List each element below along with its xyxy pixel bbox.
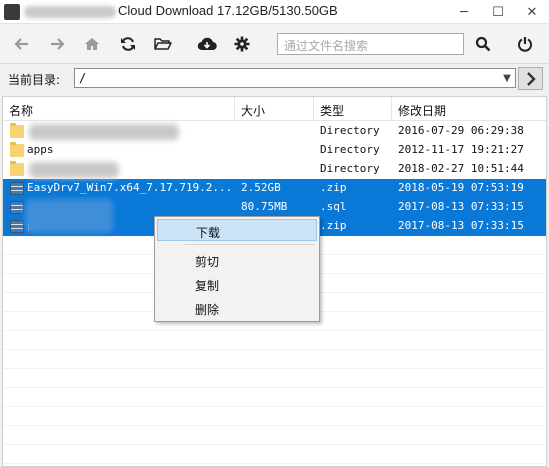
archive-icon [10,220,24,233]
file-date: 2016-07-29 06:29:38 [398,124,524,137]
file-name: apps [27,143,54,156]
refresh-button[interactable] [116,32,140,56]
power-icon [518,37,532,52]
folder-icon [10,142,24,157]
context-menu-download[interactable]: 下载 [157,219,317,241]
search-icon [475,36,491,52]
forward-icon [51,38,65,50]
file-size [241,122,313,141]
context-menu-cut[interactable]: 剪切 [157,249,317,271]
file-type: .sql [320,200,347,213]
row-divider [3,425,546,426]
file-date: 2012-11-17 19:21:27 [398,143,524,156]
context-menu-copy[interactable]: 复制 [157,273,317,295]
settings-icon [234,36,250,52]
title-bar: Cloud Download 17.12GB/5130.50GB ─ ☐ ✕ [0,0,549,24]
redacted-name [29,162,119,178]
row-divider [3,349,546,350]
toolbar [0,24,549,64]
arrow-right-icon [526,71,536,86]
search-input[interactable] [277,33,464,55]
redacted-name [25,199,113,233]
file-type: Directory [320,124,380,137]
back-icon [14,38,28,50]
folder-icon [10,161,24,176]
column-header-date[interactable]: 修改日期 [392,97,546,121]
row-divider [3,368,546,369]
minimize-button[interactable]: ─ [447,0,481,24]
go-button[interactable] [518,67,543,90]
column-header-size[interactable]: 大小 [235,97,314,121]
back-button[interactable] [10,32,34,56]
archive-icon [10,182,24,195]
cloud-download-icon [197,37,217,51]
table-row[interactable]: apps Directory 2012-11-17 19:21:27 [3,141,546,160]
path-input[interactable]: / [74,68,516,88]
file-date: 2017-08-13 07:33:15 [398,219,524,232]
power-button[interactable] [513,32,537,56]
file-type: .zip [320,181,347,194]
file-size: 80.75MB [241,200,288,213]
chevron-down-icon[interactable]: ▼ [500,70,514,86]
menu-separator [185,244,315,245]
list-header: 名称 大小 类型 修改日期 [3,97,546,121]
file-date: 2017-08-13 07:33:15 [398,200,524,213]
row-divider [3,387,546,388]
column-header-name[interactable]: 名称 [3,97,235,121]
file-size [241,141,313,160]
table-row[interactable]: EasyDrv7_Win7.x64_7.17.719.2... 2.52GB .zi… [3,179,546,198]
row-divider [3,406,546,407]
path-bar: 当前目录: / ▼ [0,64,549,92]
file-date: 2018-02-27 10:51:44 [398,162,524,175]
window-title: Cloud Download 17.12GB/5130.50GB [118,3,338,18]
file-size [241,160,313,179]
home-button[interactable] [80,32,104,56]
file-name: EasyDrv7_Win7.x64_7.17.719.2... [27,181,233,194]
file-type: .zip [320,219,347,232]
maximize-button[interactable]: ☐ [481,0,515,24]
title-redacted [24,6,116,18]
context-menu-delete[interactable]: 删除 [157,297,317,319]
folder-icon [10,123,24,138]
archive-icon [10,201,24,214]
file-size: 2.52GB [241,181,281,194]
file-type: Directory [320,143,380,156]
row-divider [3,463,546,464]
open-folder-button[interactable] [151,32,175,56]
forward-button[interactable] [45,32,69,56]
settings-button[interactable] [230,32,254,56]
refresh-icon [121,37,135,51]
context-menu: 下载 剪切 复制 删除 [154,216,320,322]
file-type: Directory [320,162,380,175]
row-divider [3,330,546,331]
open-folder-icon [154,38,172,50]
row-divider [3,444,546,445]
column-header-type[interactable]: 类型 [314,97,392,121]
cloud-download-button[interactable] [195,32,219,56]
file-date: 2018-05-19 07:53:19 [398,181,524,194]
home-icon [85,38,99,50]
close-button[interactable]: ✕ [515,0,549,24]
search-button[interactable] [471,32,495,56]
app-icon [4,4,20,20]
path-label: 当前目录: [8,73,61,87]
redacted-name [29,124,179,140]
